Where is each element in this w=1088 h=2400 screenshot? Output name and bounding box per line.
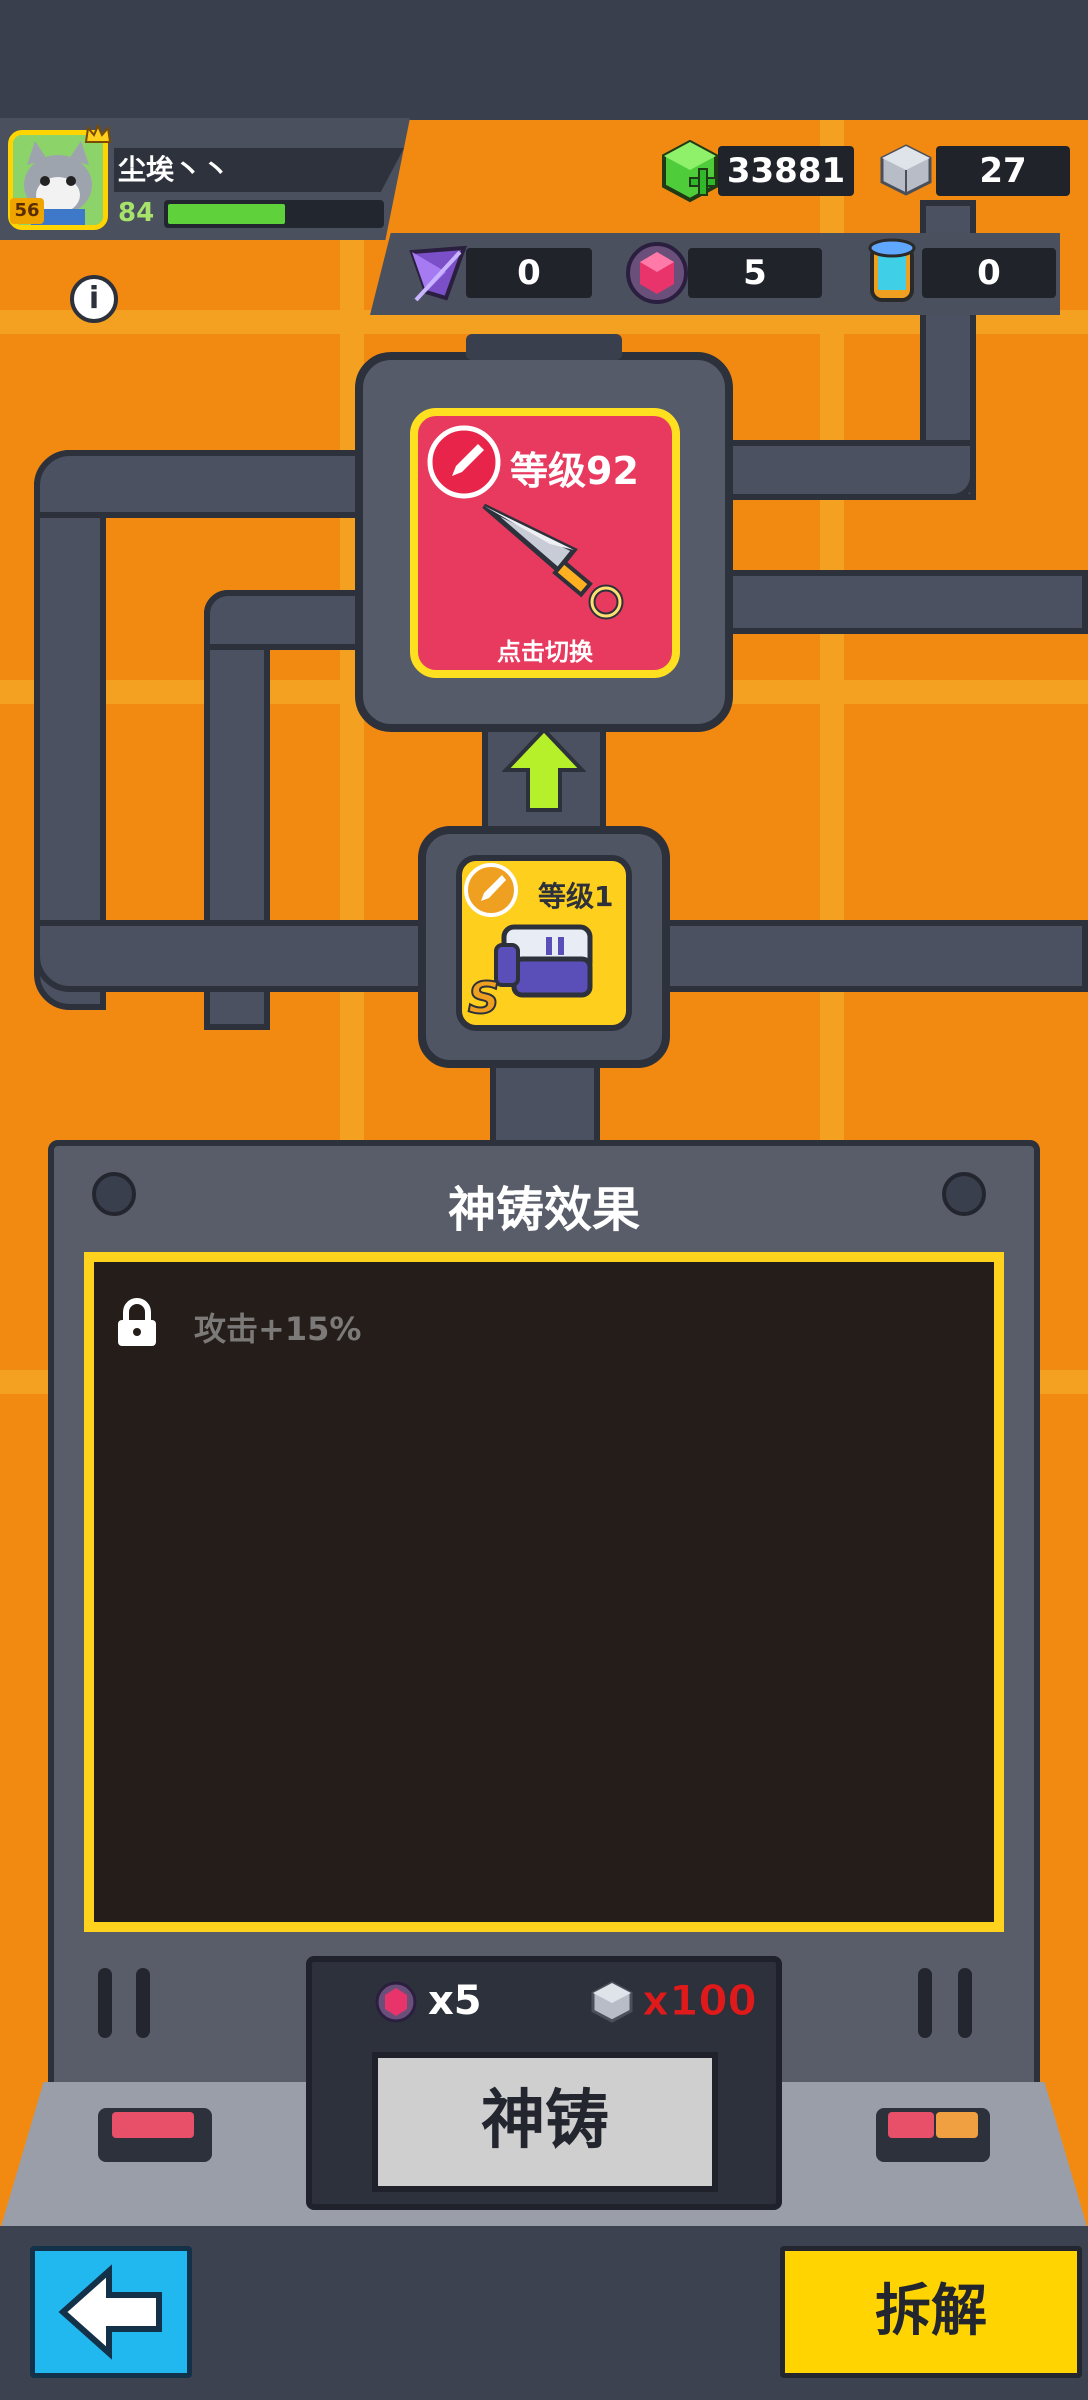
cost-cube-icon: [590, 1980, 634, 2024]
material-rank: S: [467, 972, 501, 1025]
orange-lamp: [936, 2112, 978, 2138]
crown-icon: [84, 123, 112, 144]
upgrade-arrow-icon: [501, 726, 587, 814]
effect-text: 攻击+15%: [194, 1310, 362, 1348]
vent-slot: [958, 1968, 972, 2038]
dagger-badge-icon: [426, 424, 502, 500]
forge-button[interactable]: 神铸: [372, 2052, 718, 2192]
machine-cap: [466, 334, 622, 360]
material-weapon-card[interactable]: 等级1 S: [456, 855, 632, 1031]
bolt-left: [92, 1172, 136, 1216]
cost-orb-icon: [374, 1980, 418, 2024]
blaster-icon: [488, 907, 608, 1007]
status-bar: [0, 0, 1088, 120]
back-button[interactable]: [30, 2246, 192, 2378]
cost-orb: x5: [428, 1978, 482, 2024]
crystal-count: 0: [466, 248, 592, 298]
xp-bar-fill: [168, 204, 285, 224]
forge-panel-title: 神铸效果: [447, 1182, 640, 1238]
effects-list: 攻击+15%: [84, 1252, 1004, 1932]
info-button[interactable]: i: [70, 275, 118, 323]
cost-cube: x100: [642, 1976, 758, 2026]
cube-icon: [878, 142, 934, 198]
main-weapon-card[interactable]: 等级92 点击切换: [410, 408, 680, 678]
red-lamp: [888, 2112, 934, 2138]
avatar-level-badge: 56: [10, 198, 44, 224]
dismantle-button[interactable]: 拆解: [780, 2246, 1082, 2378]
back-arrow-icon: [58, 2264, 162, 2360]
vent-slot: [918, 1968, 932, 2038]
crystal-icon: [406, 242, 470, 306]
orb-icon: [624, 240, 690, 306]
player-level: 84: [118, 198, 155, 228]
main-weapon-level: 等级92: [510, 449, 639, 493]
player-name: 尘埃丶丶: [114, 148, 404, 192]
scroll-icon: [858, 238, 924, 312]
lock-icon: [114, 1298, 160, 1348]
red-lamp: [112, 2112, 194, 2138]
switch-hint: 点击切换: [497, 638, 593, 666]
gem-count: 33881: [718, 146, 854, 196]
bolt-right: [942, 1172, 986, 1216]
vent-slot: [98, 1968, 112, 2038]
gem-icon[interactable]: [660, 139, 720, 206]
orb-count: 5: [688, 248, 822, 298]
kunai-icon: [478, 496, 628, 626]
vent-slot: [136, 1968, 150, 2038]
scroll-count: 0: [922, 248, 1056, 298]
cube-count: 27: [936, 146, 1070, 196]
